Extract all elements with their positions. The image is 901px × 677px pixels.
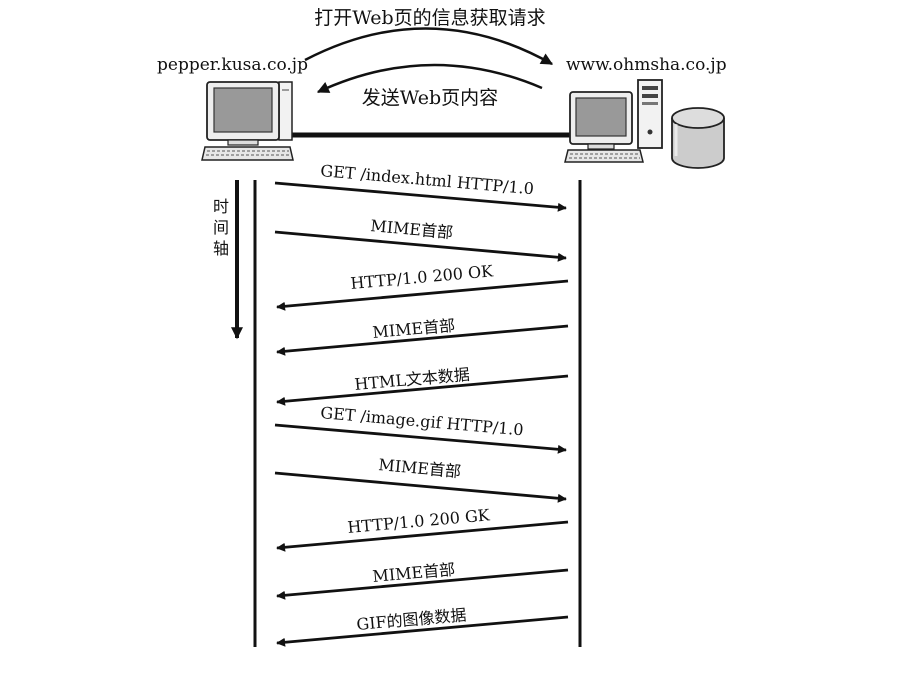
client-host-label: pepper.kusa.co.jp (157, 55, 308, 75)
message-10: GIF的图像数据 (276, 605, 569, 647)
message-1: GET /index.html HTTP/1.0 (274, 161, 567, 212)
time-axis-char-3: 轴 (213, 239, 229, 258)
message-5: HTML文本数据 (276, 365, 569, 406)
database-icon (671, 107, 725, 169)
message-label: GET /image.gif HTTP/1.0 (320, 403, 525, 439)
message-9: MIME首部 (276, 560, 569, 600)
http-sequence-diagram: 打开Web页的信息获取请求 发送Web页内容 pepper.kusa.co.jp… (0, 0, 901, 677)
message-6: GET /image.gif HTTP/1.0 (274, 403, 567, 454)
message-label: HTTP/1.0 200 GK (347, 505, 492, 537)
response-label: 发送Web页内容 (362, 87, 498, 109)
server-host-label: www.ohmsha.co.jp (566, 55, 727, 75)
message-label: GET /index.html HTTP/1.0 (320, 161, 535, 198)
message-label: MIME首部 (378, 455, 462, 481)
client-computer-icon (201, 81, 294, 161)
time-axis-char-2: 间 (213, 218, 229, 237)
message-3: HTTP/1.0 200 OK (276, 261, 569, 311)
time-axis-char-1: 时 (213, 197, 229, 216)
diagram-canvas: 打开Web页的信息获取请求 发送Web页内容 pepper.kusa.co.jp… (157, 7, 727, 647)
message-4: MIME首部 (276, 316, 569, 356)
message-label: MIME首部 (370, 216, 454, 242)
request-label: 打开Web页的信息获取请求 (314, 7, 545, 29)
message-7: MIME首部 (274, 455, 567, 503)
request-curve-arrow (304, 27, 554, 66)
message-2: MIME首部 (274, 216, 567, 262)
server-computer-icon (564, 79, 663, 163)
message-8: HTTP/1.0 200 GK (276, 505, 569, 552)
